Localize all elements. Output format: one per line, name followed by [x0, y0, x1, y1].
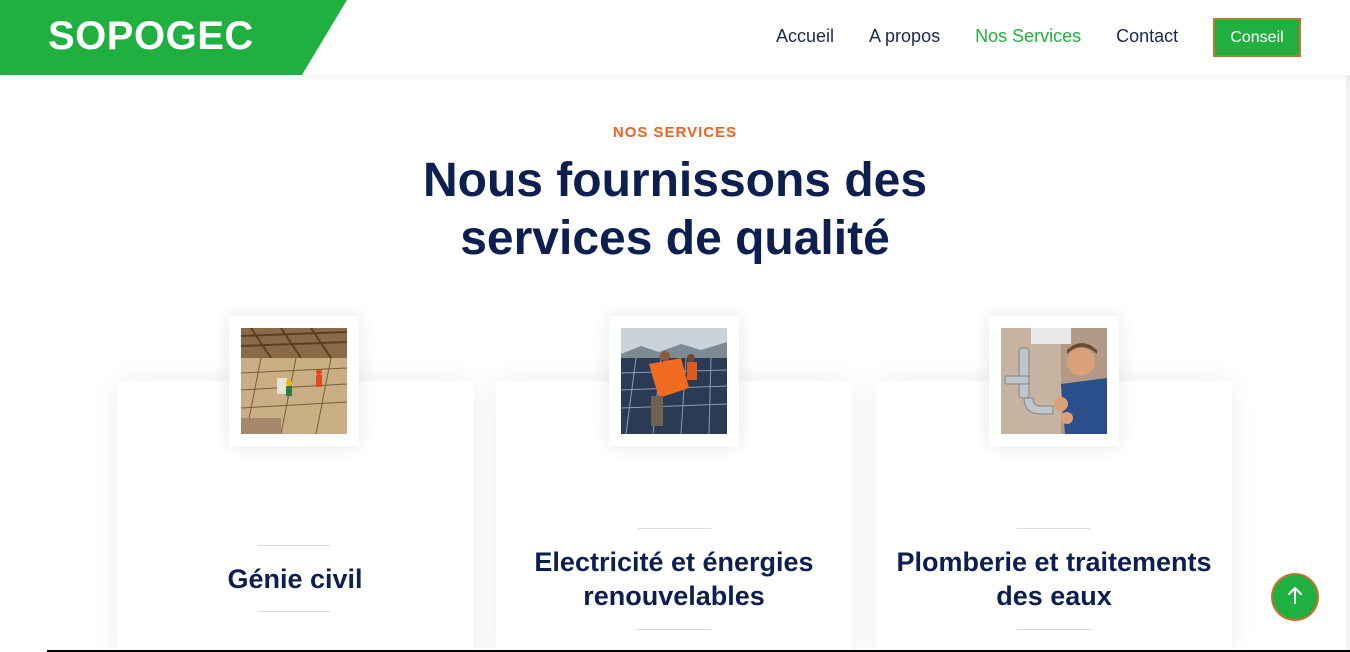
card-divider-bottom	[637, 629, 711, 630]
card-divider-top	[1017, 528, 1091, 529]
card-divider-bottom	[1017, 629, 1091, 630]
section-eyebrow: NOS SERVICES	[612, 124, 738, 141]
site-header: SOPOGEC Accueil A propos Nos Services Co…	[0, 0, 1350, 75]
nav-link-nos-services[interactable]: Nos Services	[975, 26, 1081, 47]
service-title: Génie civil	[227, 564, 363, 594]
nav-link-accueil[interactable]: Accueil	[776, 26, 834, 47]
section-title: Nous fournissons des services de qualité	[422, 154, 928, 265]
card-divider-top	[258, 545, 330, 546]
plumber-photo	[1001, 328, 1107, 434]
main-nav: Accueil A propos Nos Services Contact	[776, 26, 1213, 47]
card-divider-bottom	[258, 611, 330, 612]
conseil-button[interactable]: Conseil	[1213, 18, 1301, 57]
service-title: Electricité et énergies renouvelables	[534, 547, 814, 611]
service-title: Plomberie et traitements des eaux	[896, 547, 1212, 611]
construction-site-photo	[241, 328, 347, 434]
scroll-to-top-button[interactable]	[1271, 573, 1319, 621]
arrow-up-icon	[1286, 585, 1304, 610]
solar-panel-installation-photo	[621, 328, 727, 434]
logo[interactable]: SOPOGEC	[48, 14, 254, 59]
service-thumb-frame	[989, 316, 1119, 446]
nav-link-contact[interactable]: Contact	[1116, 26, 1178, 47]
card-divider-top	[637, 528, 711, 529]
service-thumb-frame	[229, 316, 359, 446]
page-scroll-edge	[1346, 75, 1350, 652]
nav-link-a-propos[interactable]: A propos	[869, 26, 940, 47]
service-thumb-frame	[609, 316, 739, 446]
